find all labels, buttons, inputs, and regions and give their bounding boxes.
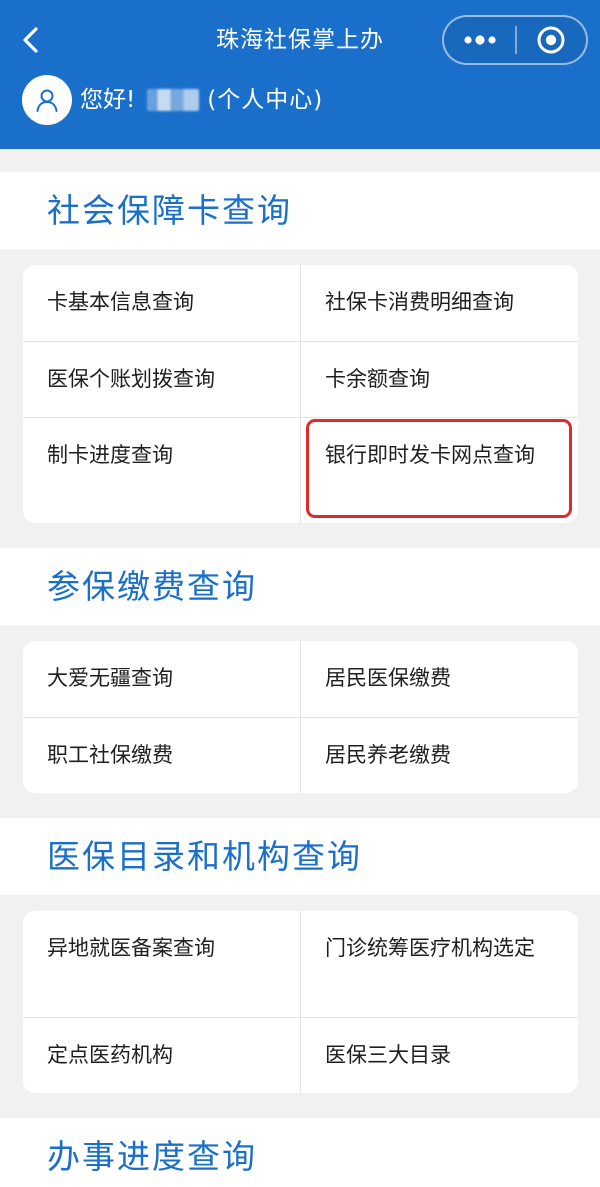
section-title: 办事进度查询 [47, 1137, 257, 1176]
user-icon [36, 89, 58, 112]
grid-item-employee-social-payment[interactable]: 职工社保缴费 [23, 718, 300, 793]
avatar[interactable] [22, 75, 72, 125]
catalog-query-grid: 异地就医备案查询 门诊统筹医疗机构选定 定点医药机构 医保三大目录 [23, 911, 578, 1093]
grid-item-outpatient-institution-select[interactable]: 门诊统筹医疗机构选定 [301, 911, 578, 1017]
grid-item-consumption-detail[interactable]: 社保卡消费明细查询 [301, 265, 578, 341]
section-header-catalog-query: 医保目录和机构查询 [0, 818, 600, 895]
grid-item-daai-query[interactable]: 大爱无疆查询 [23, 641, 300, 717]
divider [300, 265, 301, 523]
chevron-left-icon [23, 27, 38, 53]
card-query-grid: 卡基本信息查询 社保卡消费明细查询 医保个账划拨查询 卡余额查询 制卡进度查询 … [23, 265, 578, 523]
close-button[interactable] [517, 17, 586, 63]
section-header-progress-query: 办事进度查询 [0, 1118, 600, 1187]
page-title: 珠海社保掌上办 [216, 27, 384, 53]
back-button[interactable] [14, 20, 48, 60]
section-header-payment-query: 参保缴费查询 [0, 548, 600, 625]
grid-item-remote-medical-filing[interactable]: 异地就医备案查询 [23, 911, 300, 1017]
grid-item-bank-card-outlet[interactable]: 银行即时发卡网点查询 [301, 418, 578, 523]
personal-center-link[interactable]: (个人中心) [207, 74, 323, 126]
divider [300, 911, 301, 1093]
top-bar: 珠海社保掌上办 您好! (个人中心) [0, 0, 600, 149]
grid-item-resident-medical-payment[interactable]: 居民医保缴费 [301, 641, 578, 717]
more-button[interactable] [444, 17, 515, 63]
greeting-text: 您好! [80, 87, 136, 113]
section-title: 社会保障卡查询 [47, 191, 292, 230]
target-circle-icon [537, 26, 565, 54]
more-dots-icon [463, 35, 496, 45]
grid-item-three-catalogs[interactable]: 医保三大目录 [301, 1018, 578, 1093]
divider [23, 1017, 578, 1018]
grid-item-designated-institutions[interactable]: 定点医药机构 [23, 1018, 300, 1093]
divider [23, 717, 578, 718]
divider [23, 341, 578, 342]
user-row: 您好! (个人中心) [22, 74, 323, 126]
section-title: 参保缴费查询 [47, 567, 257, 606]
grid-item-card-balance[interactable]: 卡余额查询 [301, 342, 578, 417]
grid-item-card-progress[interactable]: 制卡进度查询 [23, 418, 300, 523]
section-header-card-query: 社会保障卡查询 [0, 172, 600, 249]
mini-program-capsule [442, 15, 588, 65]
divider [23, 417, 578, 418]
payment-query-grid: 大爱无疆查询 居民医保缴费 职工社保缴费 居民养老缴费 [23, 641, 578, 793]
grid-item-resident-pension-payment[interactable]: 居民养老缴费 [301, 718, 578, 793]
section-title: 医保目录和机构查询 [47, 837, 362, 876]
grid-item-account-transfer[interactable]: 医保个账划拨查询 [23, 342, 300, 417]
masked-username [147, 89, 200, 111]
grid-item-card-basic-info[interactable]: 卡基本信息查询 [23, 265, 300, 341]
